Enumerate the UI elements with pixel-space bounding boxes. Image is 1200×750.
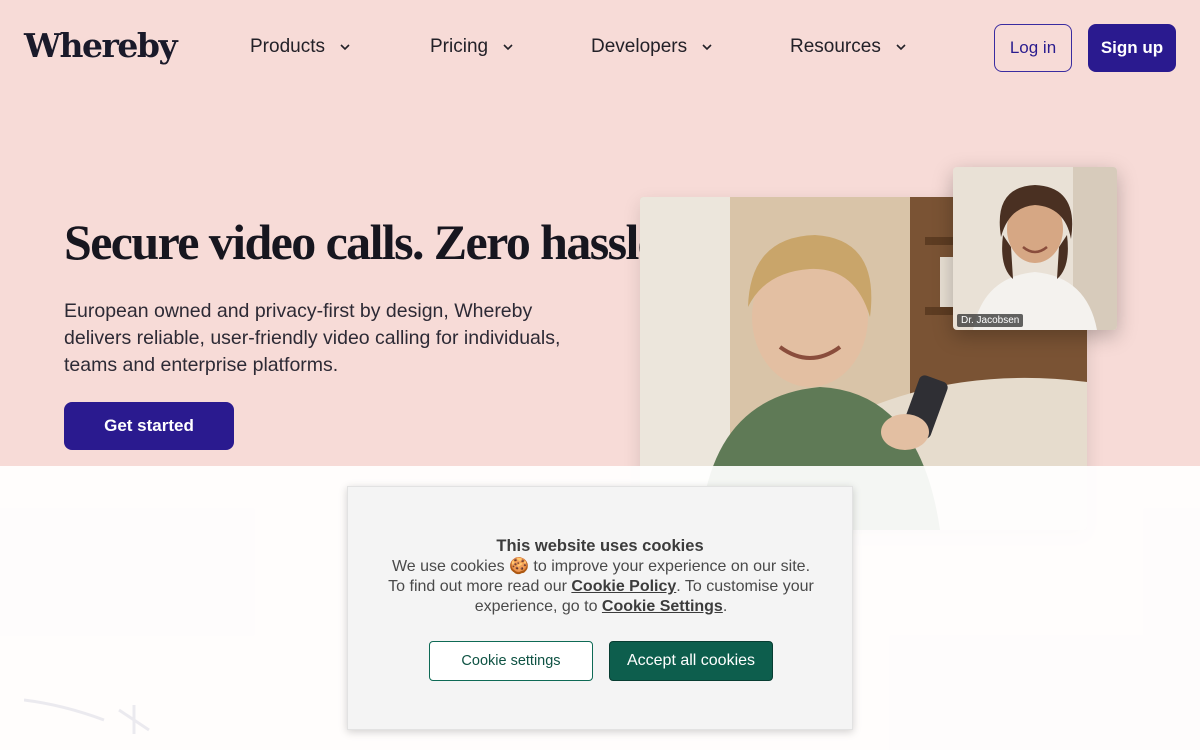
cookie-dialog-text: We use cookies 🍪 to improve your experie… [378,557,824,617]
cookie-settings-link[interactable]: Cookie Settings [602,598,723,615]
get-started-button[interactable]: Get started [64,402,234,450]
hero-title: Secure video calls. Zero hassle [64,214,660,270]
nav-pricing[interactable]: Pricing [430,36,514,58]
chevron-down-icon [503,44,513,51]
nav-developers-label: Developers [591,36,688,57]
cookie-consent-dialog: This website uses cookies We use cookies… [347,486,853,730]
cookie-dialog-title: This website uses cookies [496,537,704,555]
video-participant-tile: Dr. Jacobsen [953,167,1117,330]
nav-pricing-label: Pricing [430,36,489,57]
nav-developers[interactable]: Developers [591,36,713,58]
whereby-logo[interactable]: Whereby [24,26,178,65]
site-header: Whereby Products Pricing Developers Reso… [0,0,1200,96]
nav-products-label: Products [250,36,325,57]
nav-products[interactable]: Products [250,36,351,58]
chevron-down-icon [702,44,712,51]
cookie-text-prefix: To find out more read our [388,578,572,595]
cookie-settings-button[interactable]: Cookie settings [429,641,593,681]
participant-name-label: Dr. Jacobsen [957,314,1024,327]
cookie-text-suffix: . [722,598,728,615]
cookie-policy-link[interactable]: Cookie Policy [571,578,676,595]
hero-description: European owned and privacy-first by desi… [64,300,561,376]
decorative-logo-icon [24,698,150,734]
chevron-down-icon [896,44,906,51]
signup-button[interactable]: Sign up [1088,24,1176,72]
chevron-down-icon [340,44,350,51]
accept-all-cookies-button[interactable]: Accept all cookies [609,641,773,681]
nav-resources[interactable]: Resources [790,36,907,58]
doctor-illustration [953,167,1117,330]
login-button[interactable]: Log in [994,24,1072,72]
cookie-text-line1: We use cookies 🍪 to improve your experie… [391,558,811,575]
nav-resources-label: Resources [790,36,881,57]
